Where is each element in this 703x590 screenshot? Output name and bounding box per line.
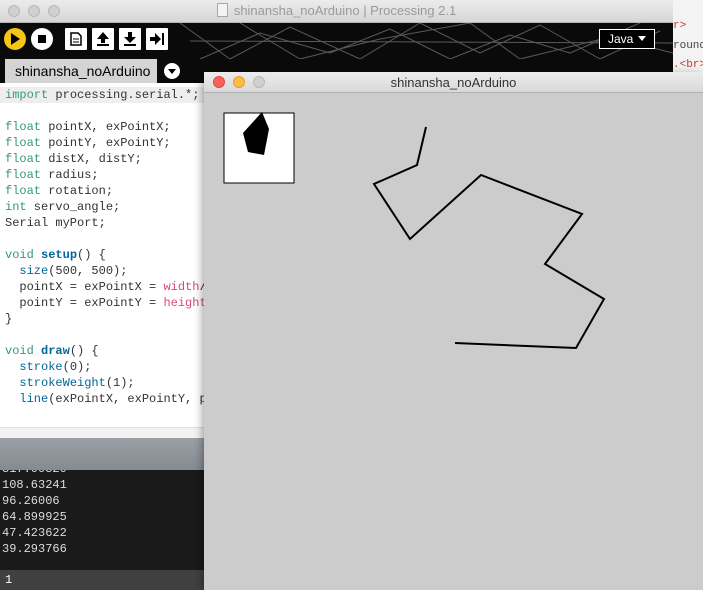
code-token: import [5, 88, 49, 102]
code-token: () { [69, 344, 99, 358]
console-line: 64.899925 [2, 510, 67, 524]
stop-icon [38, 35, 46, 43]
play-icon [11, 33, 20, 45]
open-arrow-up-icon [97, 32, 109, 46]
code-token: int [5, 200, 27, 214]
tab-menu-button[interactable] [164, 63, 180, 79]
sketch-tab-label: shinansha_noArduino [15, 63, 151, 79]
run-button[interactable] [4, 28, 26, 50]
code-token: draw [41, 344, 70, 358]
code-token: (1); [105, 376, 135, 390]
code-token: void [5, 344, 34, 358]
code-token: float [5, 152, 42, 166]
ide-toolbar: Java [0, 23, 673, 59]
open-sketch-button[interactable] [92, 28, 114, 50]
console-lines: 317.00320108.63241 96.26006 64.899925 47.42… [2, 470, 67, 557]
sketch-canvas[interactable] [204, 93, 703, 590]
save-sketch-button[interactable] [119, 28, 141, 50]
sketch-output-window: shinansha_noArduino [204, 72, 703, 590]
background-text-line: round [673, 40, 703, 52]
window-title: shinansha_noArduino | Processing 2.1 [0, 3, 673, 18]
code-token: servo_angle; [26, 200, 121, 214]
code-token: strokeWeight [19, 376, 106, 390]
console-line: 39.293766 [2, 542, 67, 556]
code-token: } [5, 312, 13, 326]
stop-button[interactable] [31, 28, 53, 50]
code-token: height [163, 296, 207, 310]
code-token: pointY, exPointY; [41, 136, 171, 150]
code-token: pointX = exPointX = [5, 280, 164, 294]
code-token: pointX, exPointX; [41, 120, 171, 134]
code-token: distX, distY; [41, 152, 142, 166]
code-token: size [19, 264, 49, 278]
code-token: width [163, 280, 200, 294]
code-token: float [5, 184, 42, 198]
chevron-down-icon [638, 36, 646, 41]
console-line: 47.423622 [2, 526, 67, 540]
code-token: line [19, 392, 49, 406]
code-token: radius; [41, 168, 99, 182]
mode-selector[interactable]: Java [599, 29, 655, 49]
new-sketch-button[interactable] [65, 28, 87, 50]
code-token: () { [77, 248, 106, 262]
ide-titlebar: shinansha_noArduino | Processing 2.1 [0, 0, 673, 23]
drawn-path-line [372, 126, 606, 350]
background-text-line: r> [673, 20, 687, 32]
chevron-down-icon [168, 68, 176, 74]
sketch-tab[interactable]: shinansha_noArduino [5, 59, 157, 83]
save-arrow-down-icon [124, 32, 136, 46]
new-file-icon [70, 32, 82, 46]
code-token: pointY = exPointY = [5, 296, 164, 310]
mode-selector-label: Java [608, 32, 634, 46]
console-line: 108.63241 [2, 478, 67, 492]
sketch-titlebar: shinansha_noArduino [204, 72, 703, 93]
code-token: float [5, 136, 42, 150]
code-token: void [5, 248, 34, 262]
code-token: processing.serial.*; [48, 88, 200, 102]
code-token: (0); [62, 360, 92, 374]
code-token: (500, 500); [48, 264, 128, 278]
code-token: setup [41, 248, 78, 262]
line-number: 1 [5, 573, 13, 587]
background-text-line: .<br> [673, 59, 703, 71]
code-token: stroke [19, 360, 63, 374]
export-sketch-button[interactable] [146, 28, 168, 50]
window-title-text: shinansha_noArduino | Processing 2.1 [233, 3, 457, 18]
code-token: rotation; [41, 184, 114, 198]
console-line: 317.00320 [2, 470, 67, 477]
code-token: float [5, 120, 42, 134]
export-arrow-right-icon [150, 33, 164, 45]
document-icon [216, 3, 228, 17]
code-token: float [5, 168, 42, 182]
console-line: 96.26006 [2, 494, 60, 508]
sketch-window-title: shinansha_noArduino [390, 75, 517, 90]
code-token: Serial myPort; [5, 216, 106, 230]
